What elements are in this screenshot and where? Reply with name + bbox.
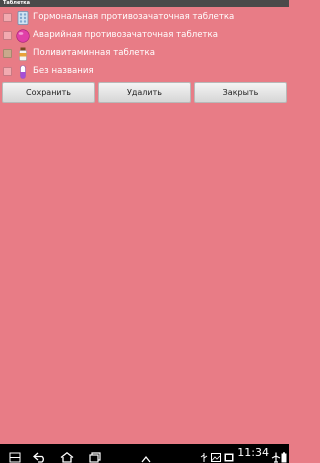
media-notification-icon — [224, 448, 234, 463]
pink-pill-icon — [16, 28, 30, 43]
list-item[interactable]: Поливитаминная таблетка — [0, 44, 289, 62]
image-notification-icon — [211, 448, 221, 463]
window-title: Таблетка — [0, 0, 289, 7]
save-button[interactable]: Сохранить — [2, 82, 95, 103]
list-item[interactable]: Аварийная противозачаточная таблетка — [0, 26, 289, 44]
list-item[interactable]: Гормональная противозачаточная таблетка — [0, 8, 289, 26]
item-checkbox[interactable] — [3, 30, 12, 40]
vitamin-bottle-icon — [16, 46, 30, 61]
usb-icon — [200, 448, 208, 463]
status-clock: 11:34 — [237, 446, 269, 459]
close-button[interactable]: Закрыть — [194, 82, 287, 103]
screenshot-icon[interactable] — [9, 448, 21, 463]
recent-apps-icon[interactable] — [89, 448, 101, 463]
item-checkbox[interactable] — [3, 66, 12, 76]
battery-icon — [281, 448, 287, 463]
item-label: Без названия — [33, 66, 94, 76]
capsule-icon — [16, 64, 30, 79]
button-bar: Сохранить Удалить Закрыть — [2, 82, 287, 103]
airplane-mode-icon — [271, 448, 281, 463]
blister-pack-icon — [16, 10, 30, 25]
item-label: Поливитаминная таблетка — [33, 48, 156, 58]
item-checkbox[interactable] — [3, 48, 12, 58]
delete-button[interactable]: Удалить — [98, 82, 191, 103]
back-icon[interactable] — [33, 448, 47, 463]
chevron-up-icon[interactable] — [141, 448, 151, 463]
system-navigation-bar: 11:34 — [0, 444, 289, 463]
list-item[interactable]: Без названия — [0, 62, 289, 80]
home-icon[interactable] — [60, 448, 74, 463]
item-label: Гормональная противозачаточная таблетка — [33, 12, 235, 22]
item-label: Аварийная противозачаточная таблетка — [33, 30, 218, 40]
item-checkbox[interactable] — [3, 12, 12, 22]
pill-list: Гормональная противозачаточная таблетка … — [0, 8, 289, 80]
